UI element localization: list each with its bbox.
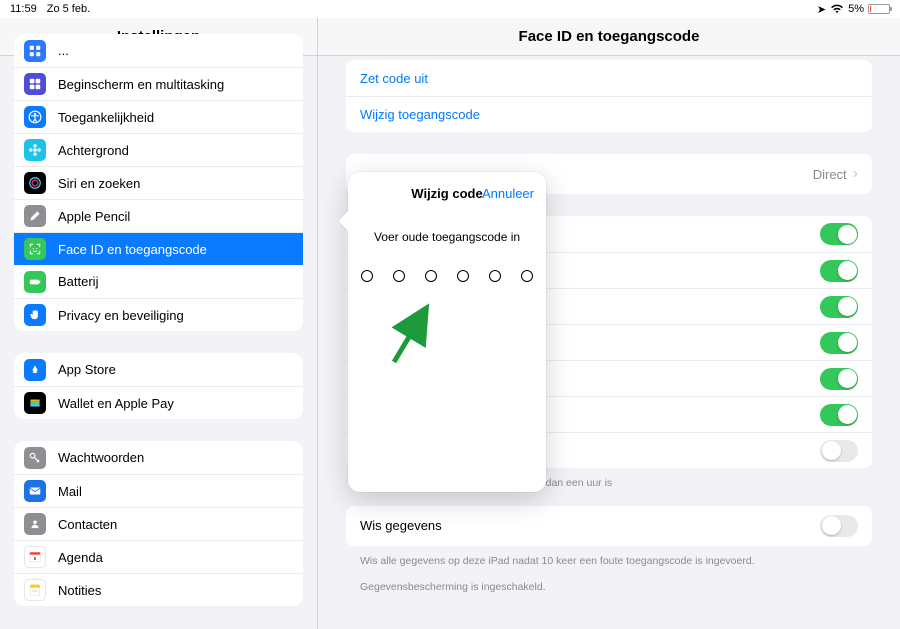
disable-passcode-link[interactable]: Zet code uit	[346, 60, 872, 96]
change-passcode-link[interactable]: Wijzig toegangscode	[346, 96, 872, 132]
pencil-icon	[24, 205, 46, 227]
erase-footnote: Wis alle gegevens op deze iPad nadat 10 …	[360, 554, 858, 596]
grid-icon	[24, 40, 46, 62]
sidebar-item-calendar[interactable]: 5 Agenda	[14, 540, 303, 573]
toggle-switch[interactable]	[820, 223, 858, 245]
passcode-dot	[425, 270, 437, 282]
sidebar-item-label: Beginscherm en multitasking	[58, 77, 224, 92]
calendar-icon: 5	[24, 546, 46, 568]
sidebar-item-label: Wallet en Apple Pay	[58, 396, 174, 411]
sidebar-group: App Store Wallet en Apple Pay	[14, 353, 303, 419]
toggle-switch[interactable]	[820, 296, 858, 318]
sidebar-group: Wachtwoorden Mail Contacten 5 Agenda Notities	[14, 441, 303, 606]
sidebar-item-flower[interactable]: Achtergrond	[14, 133, 303, 166]
sidebar-item-notes[interactable]: Notities	[14, 573, 303, 606]
toggle-switch[interactable]	[820, 332, 858, 354]
mail-icon	[24, 480, 46, 502]
settings-sidebar: Instellingen ...Beginscherm en multitask…	[0, 18, 318, 629]
sidebar-item-wallet[interactable]: Wallet en Apple Pay	[14, 386, 303, 419]
key-icon	[24, 447, 46, 469]
cancel-button[interactable]: Annuleer	[482, 172, 534, 216]
chevron-right-icon: ›	[853, 165, 858, 183]
passcode-dot	[393, 270, 405, 282]
status-time: 11:59	[10, 3, 37, 15]
contacts-icon	[24, 513, 46, 535]
sidebar-item-label: Contacten	[58, 517, 117, 532]
toggle-switch[interactable]	[820, 260, 858, 282]
detail-title: Face ID en toegangscode	[318, 18, 900, 56]
sidebar-item-pencil[interactable]: Apple Pencil	[14, 199, 303, 232]
sidebar-item-label: Apple Pencil	[58, 209, 130, 224]
passcode-dot	[361, 270, 373, 282]
sidebar-item-label: Notities	[58, 583, 101, 598]
sidebar-group: ... Beginscherm en multitasking Toegankeli…	[14, 34, 303, 331]
sidebar-item-appstore[interactable]: App Store	[14, 353, 303, 386]
toggle-switch[interactable]	[820, 404, 858, 426]
passcode-dots[interactable]	[348, 270, 546, 282]
sidebar-item-contacts[interactable]: Contacten	[14, 507, 303, 540]
sidebar-item-label: App Store	[58, 362, 116, 377]
erase-data-toggle[interactable]	[820, 515, 858, 537]
sidebar-item-faceid[interactable]: Face ID en toegangscode	[14, 232, 303, 265]
location-icon: ➤	[817, 3, 826, 16]
wallet-icon	[24, 392, 46, 414]
status-bar: 11:59 Zo 5 feb. ➤ 5%	[0, 0, 900, 18]
accessibility-icon	[24, 106, 46, 128]
siri-icon	[24, 172, 46, 194]
passcode-dot	[489, 270, 501, 282]
sidebar-item-hand[interactable]: Privacy en beveiliging	[14, 298, 303, 331]
popover-title: Wijzig code	[411, 186, 482, 201]
sidebar-item-label: Agenda	[58, 550, 103, 565]
appstore-icon	[24, 359, 46, 381]
faceid-icon	[24, 238, 46, 260]
erase-data-section: Wis gegevens	[346, 506, 872, 546]
sidebar-item-label: Wachtwoorden	[58, 450, 144, 465]
flower-icon	[24, 139, 46, 161]
wifi-icon	[830, 4, 844, 14]
toggle-switch[interactable]	[820, 368, 858, 390]
annotation-arrow-icon	[384, 302, 444, 372]
sidebar-item-label: Privacy en beveiliging	[58, 308, 184, 323]
sidebar-item-home[interactable]: Beginscherm en multitasking	[14, 67, 303, 100]
toggle-switch[interactable]	[820, 440, 858, 462]
sidebar-item-label: Batterij	[58, 274, 98, 289]
sidebar-item-label: Mail	[58, 484, 82, 499]
erase-data-label: Wis gegevens	[360, 518, 442, 533]
sidebar-item-battery[interactable]: Batterij	[14, 265, 303, 298]
sidebar-item-accessibility[interactable]: Toegankelijkheid	[14, 100, 303, 133]
sidebar-item-key[interactable]: Wachtwoorden	[14, 441, 303, 474]
sidebar-item-label: Face ID en toegangscode	[58, 242, 207, 257]
svg-text:5: 5	[34, 556, 37, 561]
require-value: Direct	[813, 167, 847, 182]
passcode-links-section: Zet code uit Wijzig toegangscode	[346, 60, 872, 132]
passcode-dot	[521, 270, 533, 282]
hand-icon	[24, 304, 46, 326]
detail-pane: Face ID en toegangscode Zet code uit Wij…	[318, 18, 900, 629]
sidebar-item-grid[interactable]: ...	[14, 34, 303, 67]
sidebar-item-label: Toegankelijkheid	[58, 110, 154, 125]
sidebar-item-label: ...	[58, 43, 69, 58]
sidebar-item-label: Siri en zoeken	[58, 176, 140, 191]
battery-icon	[868, 4, 890, 14]
notes-icon	[24, 579, 46, 601]
popover-prompt: Voer oude toegangscode in	[348, 230, 546, 244]
status-date: Zo 5 feb.	[47, 3, 90, 15]
sidebar-item-mail[interactable]: Mail	[14, 474, 303, 507]
home-icon	[24, 73, 46, 95]
battery-icon	[24, 271, 46, 293]
passcode-dot	[457, 270, 469, 282]
sidebar-item-siri[interactable]: Siri en zoeken	[14, 166, 303, 199]
battery-percent: 5%	[848, 3, 864, 15]
change-passcode-popover: Wijzig code Annuleer Voer oude toegangsc…	[348, 172, 546, 492]
sidebar-item-label: Achtergrond	[58, 143, 129, 158]
